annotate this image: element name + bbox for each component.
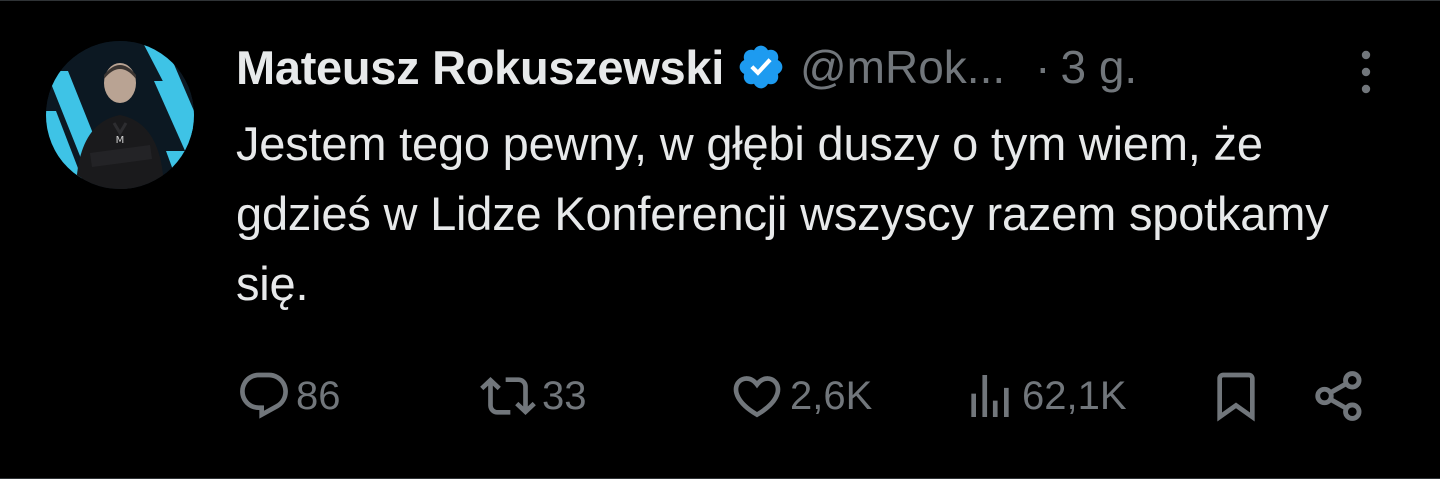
tweet-timestamp[interactable]: 3 g. bbox=[1060, 40, 1137, 94]
author-avatar[interactable]: M bbox=[46, 41, 194, 189]
reply-count: 86 bbox=[296, 373, 341, 418]
reply-icon bbox=[236, 368, 292, 424]
tweet-text: Jestem tego pewny, w głębi duszy o tym w… bbox=[236, 117, 1329, 310]
verified-badge-icon[interactable] bbox=[736, 42, 786, 92]
bookmark-button[interactable] bbox=[1208, 361, 1264, 431]
reply-button[interactable]: 86 bbox=[236, 361, 341, 431]
heart-icon bbox=[728, 368, 786, 424]
views-button[interactable]: 62,1K bbox=[962, 361, 1127, 431]
share-button[interactable] bbox=[1310, 361, 1368, 431]
tweet-actions: 86 33 2,6K 62,1K bbox=[0, 361, 1440, 431]
retweet-count: 33 bbox=[542, 373, 587, 418]
retweet-button[interactable]: 33 bbox=[478, 361, 587, 431]
bookmark-icon bbox=[1208, 368, 1264, 424]
like-button[interactable]: 2,6K bbox=[728, 361, 872, 431]
separator-dot: · bbox=[1035, 41, 1051, 93]
share-icon bbox=[1310, 367, 1368, 425]
retweet-icon bbox=[478, 368, 538, 424]
views-count: 62,1K bbox=[1022, 373, 1127, 418]
like-count: 2,6K bbox=[790, 373, 873, 418]
author-handle[interactable]: @mRok... bbox=[800, 40, 1005, 94]
tweet-card[interactable]: M Mateusz Rokuszewski @mRok... · 3 g. Je… bbox=[0, 0, 1440, 479]
views-icon bbox=[962, 368, 1018, 424]
more-vertical-icon[interactable] bbox=[1352, 47, 1380, 97]
author-name[interactable]: Mateusz Rokuszewski bbox=[236, 40, 724, 95]
tweet-header: Mateusz Rokuszewski @mRok... · 3 g. bbox=[236, 37, 1416, 97]
svg-text:M: M bbox=[116, 135, 125, 146]
